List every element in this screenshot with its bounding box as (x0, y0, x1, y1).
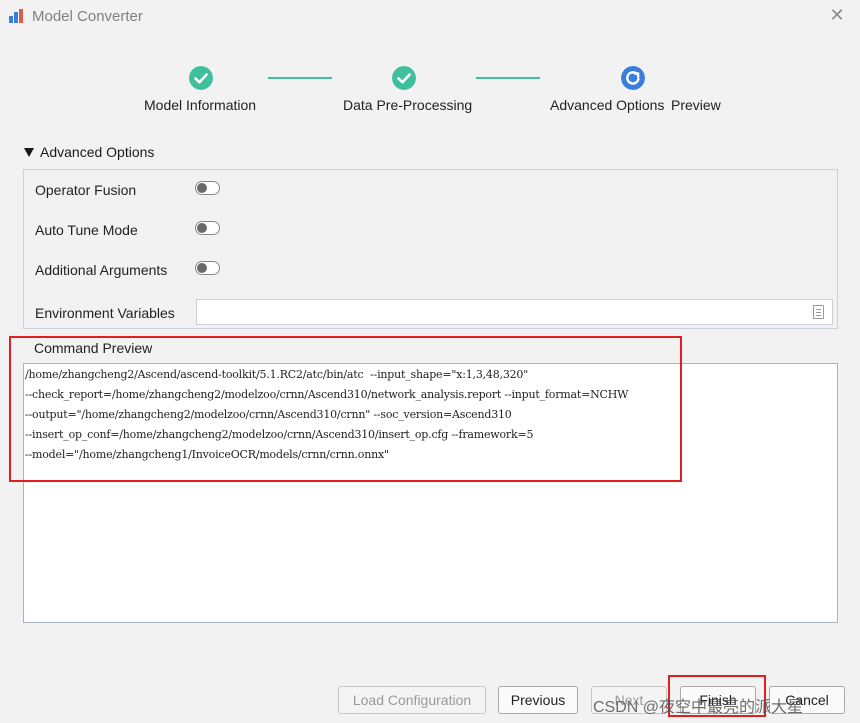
title-bar: Model Converter ✕ (0, 0, 860, 34)
command-line: --model="/home/zhangcheng1/InvoiceOCR/mo… (25, 448, 389, 461)
load-configuration-button[interactable]: Load Configuration (338, 686, 486, 714)
command-line: --insert_op_conf=/home/zhangcheng2/model… (25, 428, 534, 441)
watermark-text: CSDN @夜空中最亮的派大星 (593, 699, 804, 716)
additional-arguments-toggle[interactable] (195, 261, 220, 275)
auto-tune-mode-toggle[interactable] (195, 221, 220, 235)
command-preview-textarea[interactable] (23, 363, 838, 623)
command-line: --check_report=/home/zhangcheng2/modelzo… (25, 388, 629, 401)
step-label-data-pre-processing[interactable]: Data Pre-Processing (343, 97, 472, 113)
step-connector (268, 77, 332, 79)
toggle-knob (197, 223, 207, 233)
document-icon[interactable] (813, 305, 824, 319)
window-title: Model Converter (32, 8, 143, 25)
step-done-check-icon (189, 66, 213, 90)
step-done-check-icon (392, 66, 416, 90)
close-icon[interactable]: ✕ (828, 6, 846, 24)
command-preview-label: Command Preview (34, 340, 153, 356)
toggle-knob (197, 263, 207, 273)
operator-fusion-toggle[interactable] (195, 181, 220, 195)
command-line: /home/zhangcheng2/Ascend/ascend-toolkit/… (25, 368, 529, 381)
command-line: --output="/home/zhangcheng2/modelzoo/crn… (25, 408, 512, 421)
collapse-triangle-icon (24, 147, 34, 157)
operator-fusion-label: Operator Fusion (35, 182, 137, 198)
auto-tune-mode-label: Auto Tune Mode (35, 222, 138, 238)
step-in-progress-icon (621, 66, 645, 90)
environment-variables-label: Environment Variables (35, 305, 175, 321)
advanced-options-toggle[interactable]: Advanced Options (24, 144, 154, 160)
environment-variables-input[interactable] (196, 299, 833, 325)
step-connector (476, 77, 540, 79)
step-label-model-information[interactable]: Model Information (144, 97, 256, 113)
step-label-advanced-options[interactable]: Advanced Options (550, 97, 664, 113)
advanced-options-header: Advanced Options (40, 144, 155, 160)
step-label-preview[interactable]: Preview (671, 97, 721, 113)
toggle-knob (197, 183, 207, 193)
previous-button[interactable]: Previous (498, 686, 578, 714)
app-logo-icon (9, 9, 23, 23)
additional-arguments-label: Additional Arguments (35, 262, 168, 278)
